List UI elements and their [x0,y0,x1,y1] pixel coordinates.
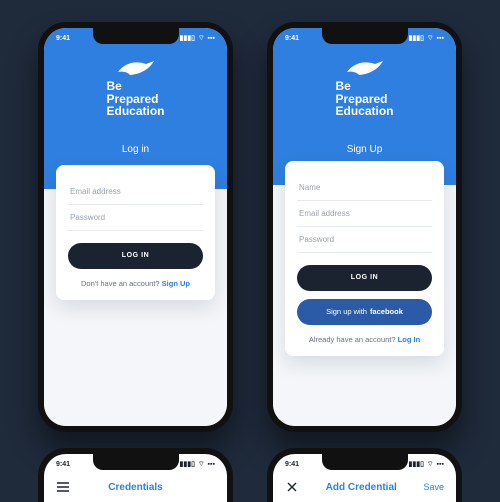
bird-icon [116,58,154,78]
bird-icon [345,58,383,78]
login-button[interactable]: LOG IN [68,243,203,269]
wifi-icon: ⌔ [427,35,434,42]
status-time: 9:41 [285,35,299,42]
signup-link[interactable]: Sign Up [162,279,190,288]
wifi-icon: ⌔ [198,35,205,42]
battery-icon: ▪▪▪ [208,461,215,468]
signal-icon: ▮▮▮▯ [180,461,195,468]
email-field[interactable]: Email address [297,201,432,227]
phone-login: 9:41 ▮▮▮▯ ⌔ ▪▪▪ Be Prepared Education [38,22,233,432]
login-footer: Don't have an account? Sign Up [68,279,203,288]
phone-credentials: 9:41 ▮▮▮▯ ⌔ ▪▪▪ Credentials [38,448,233,502]
signup-footer: Already have an account? Log In [297,335,432,344]
signal-icon: ▮▮▮▯ [180,35,195,42]
nav-title: Credentials [108,482,162,493]
fb-bold: facebook [370,307,403,316]
hamburger-icon[interactable] [56,482,70,492]
name-field[interactable]: Name [297,175,432,201]
notch [322,28,408,44]
battery-icon: ▪▪▪ [208,35,215,42]
login-card: Email address Password LOG IN Don't have… [56,165,215,300]
brand-logo: Be Prepared Education [106,58,164,118]
notch [322,454,408,470]
signal-icon: ▮▮▮▯ [409,461,424,468]
status-icons: ▮▮▮▯ ⌔ ▪▪▪ [409,461,444,468]
notch [93,28,179,44]
status-icons: ▮▮▮▯ ⌔ ▪▪▪ [409,35,444,42]
fb-prefix: Sign up with [326,307,367,316]
signup-body: Name Email address Password LOG IN Sign … [273,185,456,426]
phone-signup: 9:41 ▮▮▮▯ ⌔ ▪▪▪ Be Prepared Education [267,22,462,432]
screen-credentials: 9:41 ▮▮▮▯ ⌔ ▪▪▪ Credentials [44,454,227,502]
status-time: 9:41 [56,461,70,468]
signup-footer-text: Already have an account? [309,335,398,344]
signal-icon: ▮▮▮▯ [409,35,424,42]
signup-primary-button[interactable]: LOG IN [297,265,432,291]
screen-add-credential: 9:41 ▮▮▮▯ ⌔ ▪▪▪ Add Credential Save [273,454,456,502]
signup-title: Sign Up [347,144,383,155]
status-time: 9:41 [56,35,70,42]
nav-bar: Credentials [44,474,227,500]
brand-line3: Education [106,105,164,118]
status-icons: ▮▮▮▯ ⌔ ▪▪▪ [180,35,215,42]
wifi-icon: ⌔ [198,461,205,468]
nav-title: Add Credential [326,482,397,493]
status-icons: ▮▮▮▯ ⌔ ▪▪▪ [180,461,215,468]
email-field[interactable]: Email address [68,179,203,205]
brand-text: Be Prepared Education [335,80,393,118]
login-footer-text: Don't have an account? [81,279,162,288]
brand-line1: Be [335,80,393,93]
battery-icon: ▪▪▪ [437,461,444,468]
brand-line3: Education [335,105,393,118]
phone-add-credential: 9:41 ▮▮▮▯ ⌔ ▪▪▪ Add Credential Save [267,448,462,502]
login-title: Log in [122,144,149,155]
save-action[interactable]: Save [423,482,444,492]
brand-line1: Be [106,80,164,93]
screen-login: 9:41 ▮▮▮▯ ⌔ ▪▪▪ Be Prepared Education [44,28,227,426]
password-field[interactable]: Password [68,205,203,231]
login-link[interactable]: Log In [398,335,421,344]
wifi-icon: ⌔ [427,461,434,468]
notch [93,454,179,470]
screen-signup: 9:41 ▮▮▮▯ ⌔ ▪▪▪ Be Prepared Education [273,28,456,426]
nav-bar: Add Credential Save [273,474,456,500]
facebook-signup-button[interactable]: Sign up with facebook [297,299,432,325]
bottom-mockups: 9:41 ▮▮▮▯ ⌔ ▪▪▪ Credentials 9:41 [0,448,500,502]
brand-logo: Be Prepared Education [335,58,393,118]
signup-card: Name Email address Password LOG IN Sign … [285,161,444,356]
brand-text: Be Prepared Education [106,80,164,118]
password-field[interactable]: Password [297,227,432,253]
battery-icon: ▪▪▪ [437,35,444,42]
mockup-stage: 9:41 ▮▮▮▯ ⌔ ▪▪▪ Be Prepared Education [0,0,500,500]
status-time: 9:41 [285,461,299,468]
login-body: Email address Password LOG IN Don't have… [44,189,227,426]
close-icon[interactable] [285,482,299,492]
